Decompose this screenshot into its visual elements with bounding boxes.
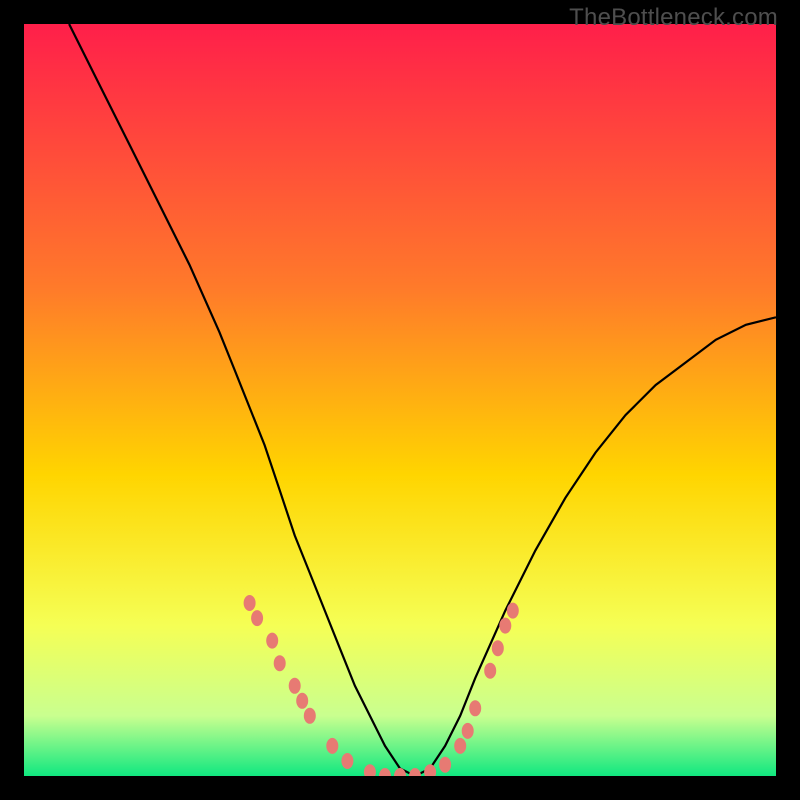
curve-marker (304, 708, 316, 724)
bottleneck-chart (24, 24, 776, 776)
curve-marker (469, 700, 481, 716)
curve-marker (454, 738, 466, 754)
gradient-background (24, 24, 776, 776)
curve-marker (296, 693, 308, 709)
curve-marker (266, 633, 278, 649)
curve-marker (439, 757, 451, 773)
curve-marker (484, 663, 496, 679)
curve-marker (492, 640, 504, 656)
curve-marker (251, 610, 263, 626)
curve-marker (289, 678, 301, 694)
curve-marker (326, 738, 338, 754)
watermark-text: TheBottleneck.com (569, 4, 778, 32)
curve-marker (274, 655, 286, 671)
curve-marker (341, 753, 353, 769)
curve-marker (244, 595, 256, 611)
curve-marker (462, 723, 474, 739)
curve-marker (507, 603, 519, 619)
curve-marker (499, 618, 511, 634)
